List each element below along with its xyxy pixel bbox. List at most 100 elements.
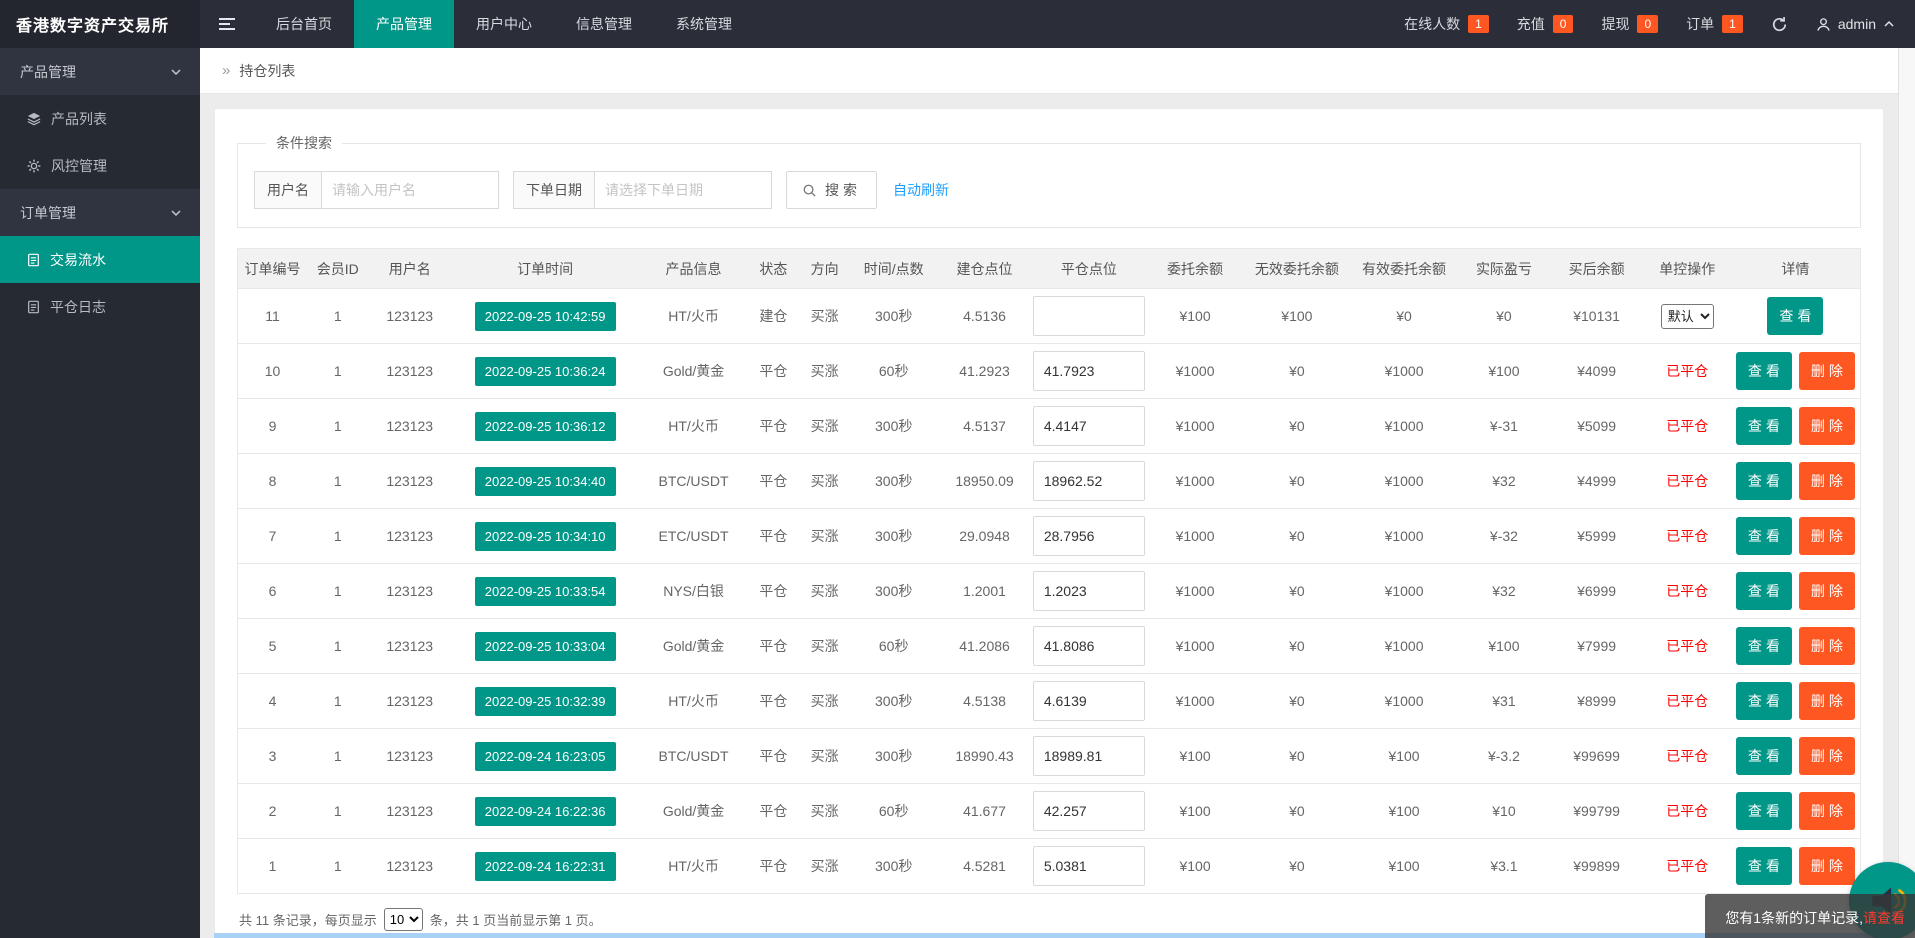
view-button[interactable]: 查看: [1736, 792, 1792, 830]
view-button[interactable]: 查看: [1736, 627, 1792, 665]
toast-view-link[interactable]: 请查看: [1863, 910, 1905, 926]
cell-direction: 买涨: [799, 454, 850, 509]
cell-entrust-balance: ¥1000: [1146, 674, 1244, 729]
close-point-input[interactable]: [1033, 296, 1145, 336]
cell-invalid-entrust-balance: ¥100: [1244, 289, 1349, 344]
view-button[interactable]: 查看: [1736, 682, 1792, 720]
cell-after-balance: ¥99699: [1549, 729, 1644, 784]
top-menu-item[interactable]: 后台首页: [254, 0, 354, 48]
refresh-icon[interactable]: [1771, 16, 1788, 33]
cell-period: 300秒: [850, 564, 937, 619]
delete-button[interactable]: 删除: [1799, 462, 1855, 500]
table-row: 711231232022-09-25 10:34:10ETC/USDT平仓买涨3…: [238, 509, 1861, 564]
cell-invalid-entrust-balance: ¥0: [1244, 454, 1349, 509]
view-button[interactable]: 查看: [1736, 462, 1792, 500]
cell-invalid-entrust-balance: ¥0: [1244, 509, 1349, 564]
closed-status-label: 已平仓: [1666, 473, 1708, 489]
delete-button[interactable]: 删除: [1799, 847, 1855, 885]
column-header: 无效委托余额: [1244, 249, 1349, 289]
page-title: 持仓列表: [239, 61, 295, 81]
delete-button[interactable]: 删除: [1799, 407, 1855, 445]
column-header: 买后余额: [1549, 249, 1644, 289]
username-input[interactable]: [321, 171, 499, 209]
cell-after-balance: ¥99899: [1549, 839, 1644, 894]
closed-status-label: 已平仓: [1666, 638, 1708, 654]
close-point-input[interactable]: [1033, 406, 1145, 446]
top-menu-item[interactable]: 信息管理: [554, 0, 654, 48]
cell-order-id: 10: [238, 344, 308, 399]
delete-button[interactable]: 删除: [1799, 792, 1855, 830]
cell-close-point: [1032, 509, 1146, 564]
close-point-input[interactable]: [1033, 571, 1145, 611]
top-navbar: 香港数字资产交易所 后台首页产品管理用户中心信息管理系统管理 在线人数1充值0提…: [0, 0, 1915, 48]
top-menu-item[interactable]: 用户中心: [454, 0, 554, 48]
navbar-right: 在线人数1 充值0 提现0 订单1 admin: [1404, 0, 1915, 48]
close-point-input[interactable]: [1033, 516, 1145, 556]
cell-period: 300秒: [850, 289, 937, 344]
menu-toggle-icon[interactable]: [200, 0, 254, 48]
control-select[interactable]: 默认: [1661, 304, 1714, 329]
view-button[interactable]: 查看: [1736, 352, 1792, 390]
top-menu-item[interactable]: 系统管理: [654, 0, 754, 48]
top-menu-item[interactable]: 产品管理: [354, 0, 454, 48]
close-point-input[interactable]: [1033, 681, 1145, 721]
cell-username: 123123: [368, 509, 451, 564]
top-menu: 后台首页产品管理用户中心信息管理系统管理: [254, 0, 754, 48]
gear-icon: [27, 159, 41, 173]
view-button[interactable]: 查看: [1736, 737, 1792, 775]
cell-period: 60秒: [850, 784, 937, 839]
sidebar-item[interactable]: 平仓日志: [0, 283, 200, 330]
delete-button[interactable]: 删除: [1799, 572, 1855, 610]
chevron-down-icon: [170, 66, 182, 78]
cell-after-balance: ¥10131: [1549, 289, 1644, 344]
cell-actions: 查看删除: [1731, 399, 1861, 454]
search-button[interactable]: 搜索: [786, 171, 877, 209]
page-size-select[interactable]: 10: [384, 908, 423, 931]
cell-direction: 买涨: [799, 674, 850, 729]
view-button[interactable]: 查看: [1767, 297, 1823, 335]
nav-stat[interactable]: 在线人数1: [1404, 14, 1489, 34]
scrollbar-track[interactable]: [1898, 48, 1915, 938]
cell-valid-entrust-balance: ¥1000: [1349, 619, 1458, 674]
sidebar-group-title[interactable]: 订单管理: [0, 189, 200, 236]
sidebar-item[interactable]: 产品列表: [0, 95, 200, 142]
cell-close-point: [1032, 399, 1146, 454]
nav-stat[interactable]: 提现0: [1601, 14, 1658, 34]
view-button[interactable]: 查看: [1736, 407, 1792, 445]
auto-refresh-link[interactable]: 自动刷新: [893, 180, 949, 200]
close-point-input[interactable]: [1033, 351, 1145, 391]
cell-member-id: 1: [307, 509, 368, 564]
cell-actions: 查看删除: [1731, 344, 1861, 399]
delete-button[interactable]: 删除: [1799, 352, 1855, 390]
order-date-input[interactable]: [594, 171, 772, 209]
user-menu[interactable]: admin: [1816, 16, 1895, 32]
table-row: 911231232022-09-25 10:36:12HT/火币平仓买涨300秒…: [238, 399, 1861, 454]
cell-valid-entrust-balance: ¥1000: [1349, 564, 1458, 619]
delete-button[interactable]: 删除: [1799, 517, 1855, 555]
cell-username: 123123: [368, 674, 451, 729]
close-point-input[interactable]: [1033, 846, 1145, 886]
nav-stat[interactable]: 订单1: [1686, 14, 1743, 34]
table-row: 511231232022-09-25 10:33:04Gold/黄金平仓买涨60…: [238, 619, 1861, 674]
sidebar-item[interactable]: 风控管理: [0, 142, 200, 189]
view-button[interactable]: 查看: [1736, 847, 1792, 885]
cell-actions: 查看删除: [1731, 674, 1861, 729]
sidebar-group-title[interactable]: 产品管理: [0, 48, 200, 95]
close-point-input[interactable]: [1033, 626, 1145, 666]
delete-button[interactable]: 删除: [1799, 737, 1855, 775]
nav-stat[interactable]: 充值0: [1517, 14, 1574, 34]
sidebar-item[interactable]: 交易流水: [0, 236, 200, 283]
delete-button[interactable]: 删除: [1799, 682, 1855, 720]
closed-status-label: 已平仓: [1666, 583, 1708, 599]
cell-order-time: 2022-09-24 16:23:05: [451, 729, 639, 784]
file-icon: [27, 300, 40, 314]
close-point-input[interactable]: [1033, 461, 1145, 501]
cell-member-id: 1: [307, 729, 368, 784]
delete-button[interactable]: 删除: [1799, 627, 1855, 665]
cell-product: NYS/白银: [639, 564, 748, 619]
close-point-input[interactable]: [1033, 736, 1145, 776]
close-point-input[interactable]: [1033, 791, 1145, 831]
view-button[interactable]: 查看: [1736, 517, 1792, 555]
view-button[interactable]: 查看: [1736, 572, 1792, 610]
bottom-highlight-strip: [214, 933, 1898, 938]
